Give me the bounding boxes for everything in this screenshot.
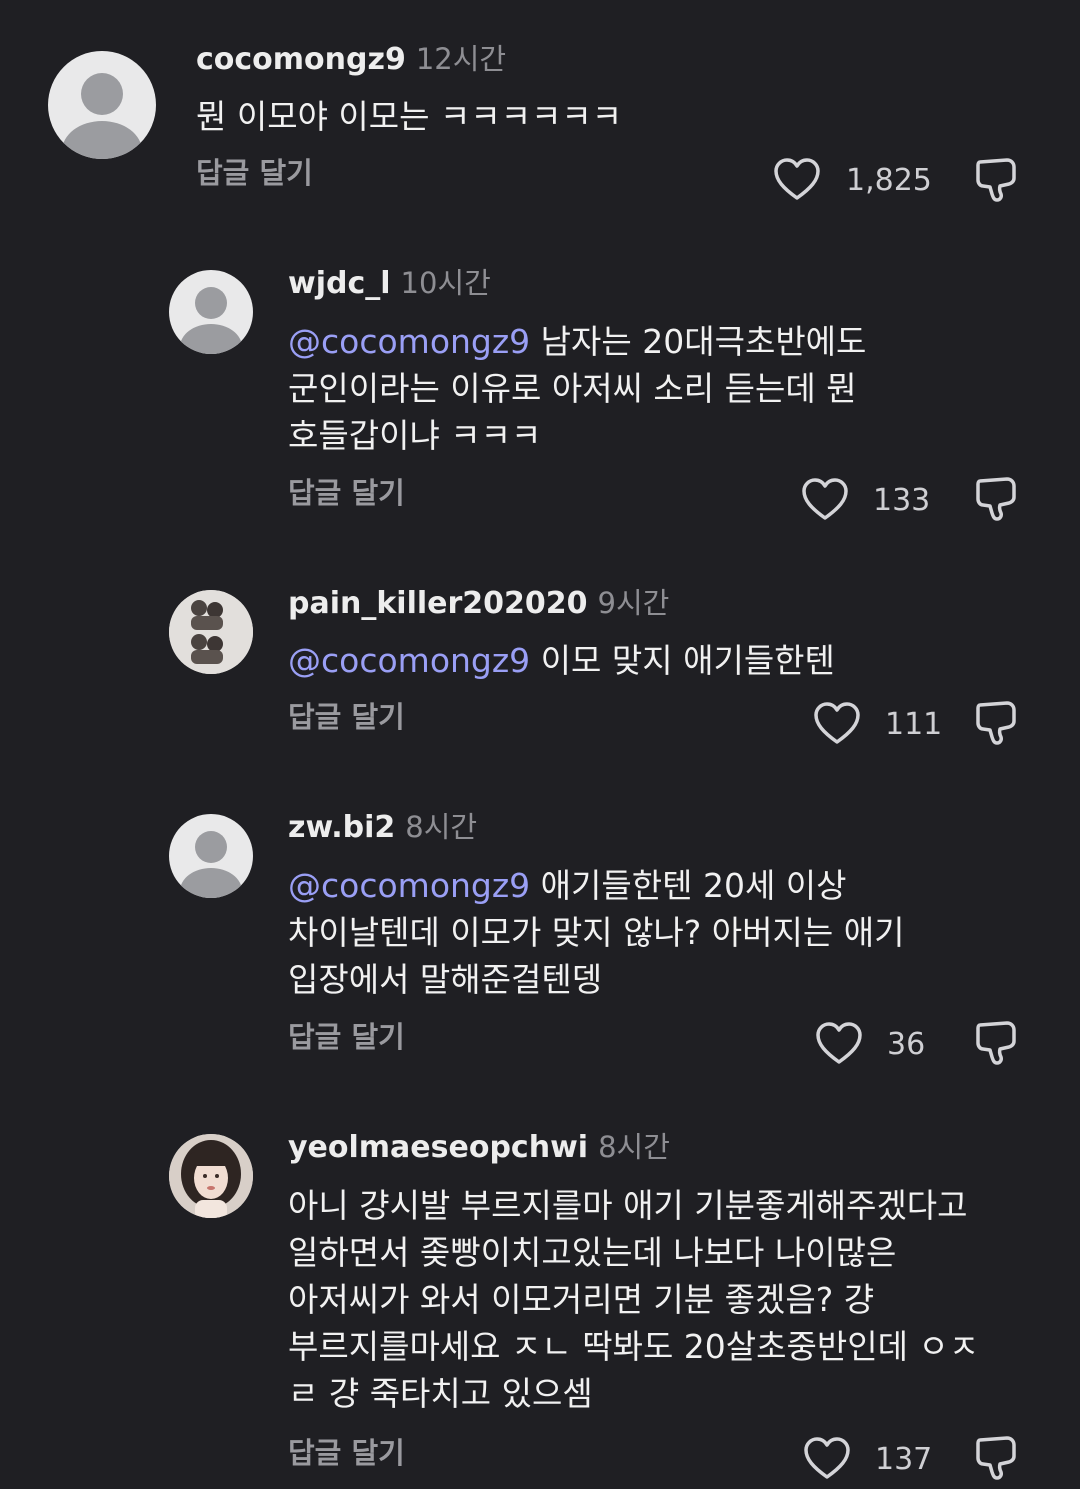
username[interactable]: yeolmaeseopchwi: [288, 1130, 588, 1165]
user-photo-avatar[interactable]: [169, 1134, 253, 1218]
reply-button[interactable]: 답글 달기: [288, 479, 405, 508]
timestamp: 9시간: [597, 586, 670, 620]
dislike-icon[interactable]: [974, 475, 1018, 523]
heart-icon[interactable]: [815, 1021, 863, 1065]
default-avatar-icon[interactable]: [169, 814, 253, 898]
like-count: 1,825: [846, 163, 932, 198]
dislike-icon[interactable]: [974, 156, 1018, 204]
like-count: 36: [887, 1027, 926, 1062]
comment-meta: yeolmaeseopchwi 8시간: [288, 1133, 670, 1163]
comment-text: @cocomongz9 남자는 20대극초반에도 군인이라는 이유로 아저씨 소…: [288, 322, 867, 455]
mention-link[interactable]: @cocomongz9: [288, 866, 530, 905]
heart-icon[interactable]: [801, 477, 849, 521]
like-count: 137: [875, 1442, 933, 1477]
reply-button[interactable]: 답글 달기: [288, 1439, 405, 1468]
comment-meta: wjdc_l 10시간: [288, 269, 491, 299]
dislike-icon[interactable]: [974, 1019, 1018, 1067]
timestamp: 8시간: [598, 1130, 670, 1164]
heart-icon[interactable]: [773, 157, 821, 201]
timestamp: 8시간: [405, 810, 478, 844]
heart-icon[interactable]: [803, 1436, 851, 1480]
username[interactable]: pain_killer202020: [288, 586, 588, 621]
like-count: 111: [885, 707, 943, 742]
dislike-icon[interactable]: [974, 1434, 1018, 1482]
default-avatar-icon[interactable]: [169, 270, 253, 354]
comment-text: @cocomongz9 애기들한텐 20세 이상 차이날텐데 이모가 맞지 않나…: [288, 866, 905, 999]
timestamp: 10시간: [400, 266, 491, 300]
reply-button[interactable]: 답글 달기: [288, 1023, 405, 1052]
timestamp: 12시간: [415, 42, 507, 76]
comment-text: @cocomongz9 이모 맞지 애기들한텐: [288, 641, 835, 680]
reply-button[interactable]: 답글 달기: [196, 159, 313, 188]
comment-meta: pain_killer202020 9시간: [288, 589, 669, 619]
like-count: 133: [873, 483, 931, 518]
dislike-icon[interactable]: [974, 699, 1018, 747]
mention-link[interactable]: @cocomongz9: [288, 322, 530, 361]
username[interactable]: wjdc_l: [288, 266, 391, 301]
default-avatar-icon[interactable]: [48, 51, 156, 159]
mention-link[interactable]: @cocomongz9: [288, 641, 530, 680]
username[interactable]: cocomongz9: [196, 42, 406, 77]
comment-meta: zw.bi2 8시간: [288, 813, 477, 843]
comment-meta: cocomongz9 12시간: [196, 45, 506, 75]
comment-text: 뭔 이모야 이모는 ㅋㅋㅋㅋㅋㅋ: [196, 97, 623, 136]
username[interactable]: zw.bi2: [288, 810, 395, 845]
reply-button[interactable]: 답글 달기: [288, 703, 405, 732]
comment-text: 아니 걍시발 부르지를마 애기 기분좋게해주겠다고 일하면서 좆빵이치고있는데 …: [288, 1186, 980, 1413]
user-photo-avatar[interactable]: [169, 590, 253, 674]
heart-icon[interactable]: [813, 701, 861, 745]
